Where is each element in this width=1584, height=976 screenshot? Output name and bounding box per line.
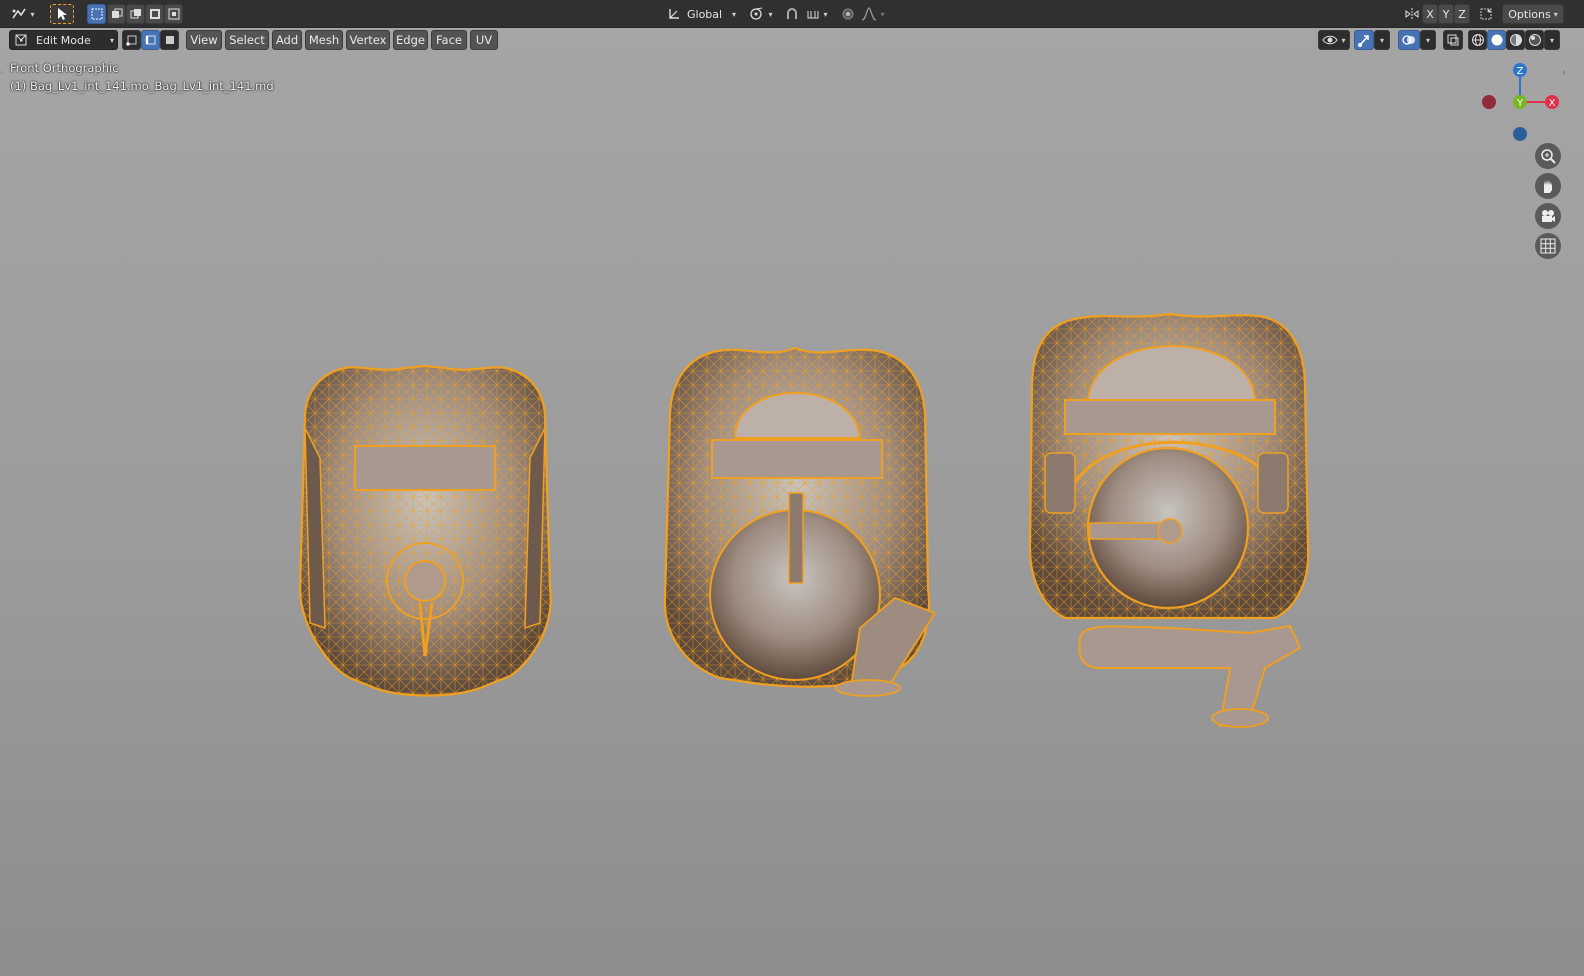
pivot-dropdown[interactable]: ▾ xyxy=(746,4,776,24)
bag-mesh-side[interactable] xyxy=(298,364,552,697)
overlay-icon xyxy=(1402,35,1415,45)
select-intersect-button[interactable] xyxy=(164,4,183,24)
vertex-select-button[interactable] xyxy=(122,30,141,50)
menu-uv[interactable]: UV xyxy=(470,30,498,50)
bag-mesh-back[interactable] xyxy=(663,346,937,697)
falloff-dropdown[interactable]: ▾ xyxy=(858,4,888,24)
snap-toggle[interactable] xyxy=(782,4,802,24)
pivot-icon xyxy=(750,7,763,20)
snap-target-dropdown[interactable]: ▾ xyxy=(802,4,832,24)
menu-add[interactable]: Add xyxy=(272,30,302,50)
topology-mirror-icon xyxy=(1480,8,1492,20)
xray-toggle[interactable] xyxy=(1443,30,1463,50)
eye-icon xyxy=(1322,35,1339,45)
menu-mesh[interactable]: Mesh xyxy=(305,30,343,50)
topology-mirror-toggle[interactable] xyxy=(1476,4,1496,24)
options-dropdown[interactable]: Options ▾ xyxy=(1502,4,1564,24)
vertex-select-icon xyxy=(126,35,136,46)
menu-view[interactable]: View xyxy=(186,30,222,50)
select-new-button[interactable] xyxy=(87,4,106,24)
viewport-header: Edit Mode ▾ View Select Add Mesh Vertex E… xyxy=(0,28,1584,52)
select-subtract-icon xyxy=(130,9,141,19)
snap-icon xyxy=(787,8,797,19)
shading-wireframe-button[interactable] xyxy=(1468,30,1487,50)
menu-vertex[interactable]: Vertex xyxy=(346,30,390,50)
gizmo-toggle[interactable] xyxy=(1354,30,1374,50)
shading-solid-icon xyxy=(1491,34,1502,46)
transform-orientation-label: Global xyxy=(687,7,723,21)
editor-type-icon xyxy=(12,8,27,19)
shading-solid-button[interactable] xyxy=(1487,30,1506,50)
select-extend-icon xyxy=(111,8,122,18)
face-select-icon xyxy=(165,36,174,44)
cursor-select-icon xyxy=(58,8,67,20)
mirror-x-button[interactable]: X xyxy=(1422,4,1438,24)
header-bar: ▾ Global ▾ ▾ ▾ ▾ X Y Z Options ▾ xyxy=(0,0,1584,28)
shading-dropdown[interactable]: ▾ xyxy=(1544,30,1560,50)
menu-edge[interactable]: Edge xyxy=(393,30,428,50)
edit-mode-icon xyxy=(15,34,27,46)
menu-select[interactable]: Select xyxy=(225,30,269,50)
mirror-z-button[interactable]: Z xyxy=(1454,4,1470,24)
edge-select-icon xyxy=(145,35,155,45)
transform-orientation-dropdown[interactable]: Global ▾ xyxy=(662,4,740,24)
select-intersect-icon xyxy=(168,8,179,20)
xray-icon xyxy=(1447,34,1459,46)
visibility-dropdown[interactable]: ▾ xyxy=(1318,30,1350,50)
snap-target-icon xyxy=(807,11,819,19)
select-subtract-button[interactable] xyxy=(126,4,145,24)
mirror-toggle[interactable] xyxy=(1402,4,1422,24)
overlay-dropdown[interactable]: ▾ xyxy=(1420,30,1436,50)
mirror-z-label: Z xyxy=(1458,7,1466,21)
shading-rendered-icon xyxy=(1528,34,1541,46)
menu-face[interactable]: Face xyxy=(431,30,467,50)
select-tool-button[interactable] xyxy=(50,4,74,24)
mirror-y-label: Y xyxy=(1442,7,1450,21)
select-invert-button[interactable] xyxy=(145,4,164,24)
edge-select-button[interactable] xyxy=(141,30,160,50)
proportional-icon xyxy=(842,8,854,20)
mirror-y-button[interactable]: Y xyxy=(1438,4,1454,24)
transform-orientation-icon xyxy=(669,9,679,19)
sidebar-expand-arrow[interactable]: ‹ xyxy=(1562,68,1570,80)
3d-viewport[interactable]: Front Orthographic (1) Bag_Lv1_int_141.m… xyxy=(0,28,1584,976)
proportional-edit-toggle[interactable] xyxy=(838,4,858,24)
shading-rendered-button[interactable] xyxy=(1525,30,1544,50)
shading-material-button[interactable] xyxy=(1506,30,1525,50)
shading-wire-icon xyxy=(1471,34,1484,46)
select-invert-icon xyxy=(149,9,160,19)
mesh-canvas xyxy=(298,312,1310,728)
shading-material-icon xyxy=(1509,34,1522,46)
mode-dropdown[interactable]: Edit Mode ▾ xyxy=(9,30,118,50)
blender-window: ▾ Global ▾ ▾ ▾ ▾ X Y Z Options ▾ Front O… xyxy=(0,0,1584,976)
mirror-icon xyxy=(1405,8,1419,20)
mode-label: Edit Mode xyxy=(36,33,91,47)
toolbar-expand-arrow[interactable]: › xyxy=(0,68,6,80)
falloff-icon xyxy=(862,7,877,21)
gizmo-icon xyxy=(1358,35,1369,47)
gizmo-dropdown[interactable]: ▾ xyxy=(1374,30,1390,50)
bag-mesh-front[interactable] xyxy=(1028,312,1310,728)
box-select-icon xyxy=(91,8,102,20)
select-extend-button[interactable] xyxy=(107,4,126,24)
overlay-toggle[interactable] xyxy=(1398,30,1420,50)
options-label: Options xyxy=(1508,7,1551,21)
mirror-x-label: X xyxy=(1426,7,1434,21)
face-select-button[interactable] xyxy=(160,30,179,50)
editor-type-button[interactable]: ▾ xyxy=(6,4,40,24)
